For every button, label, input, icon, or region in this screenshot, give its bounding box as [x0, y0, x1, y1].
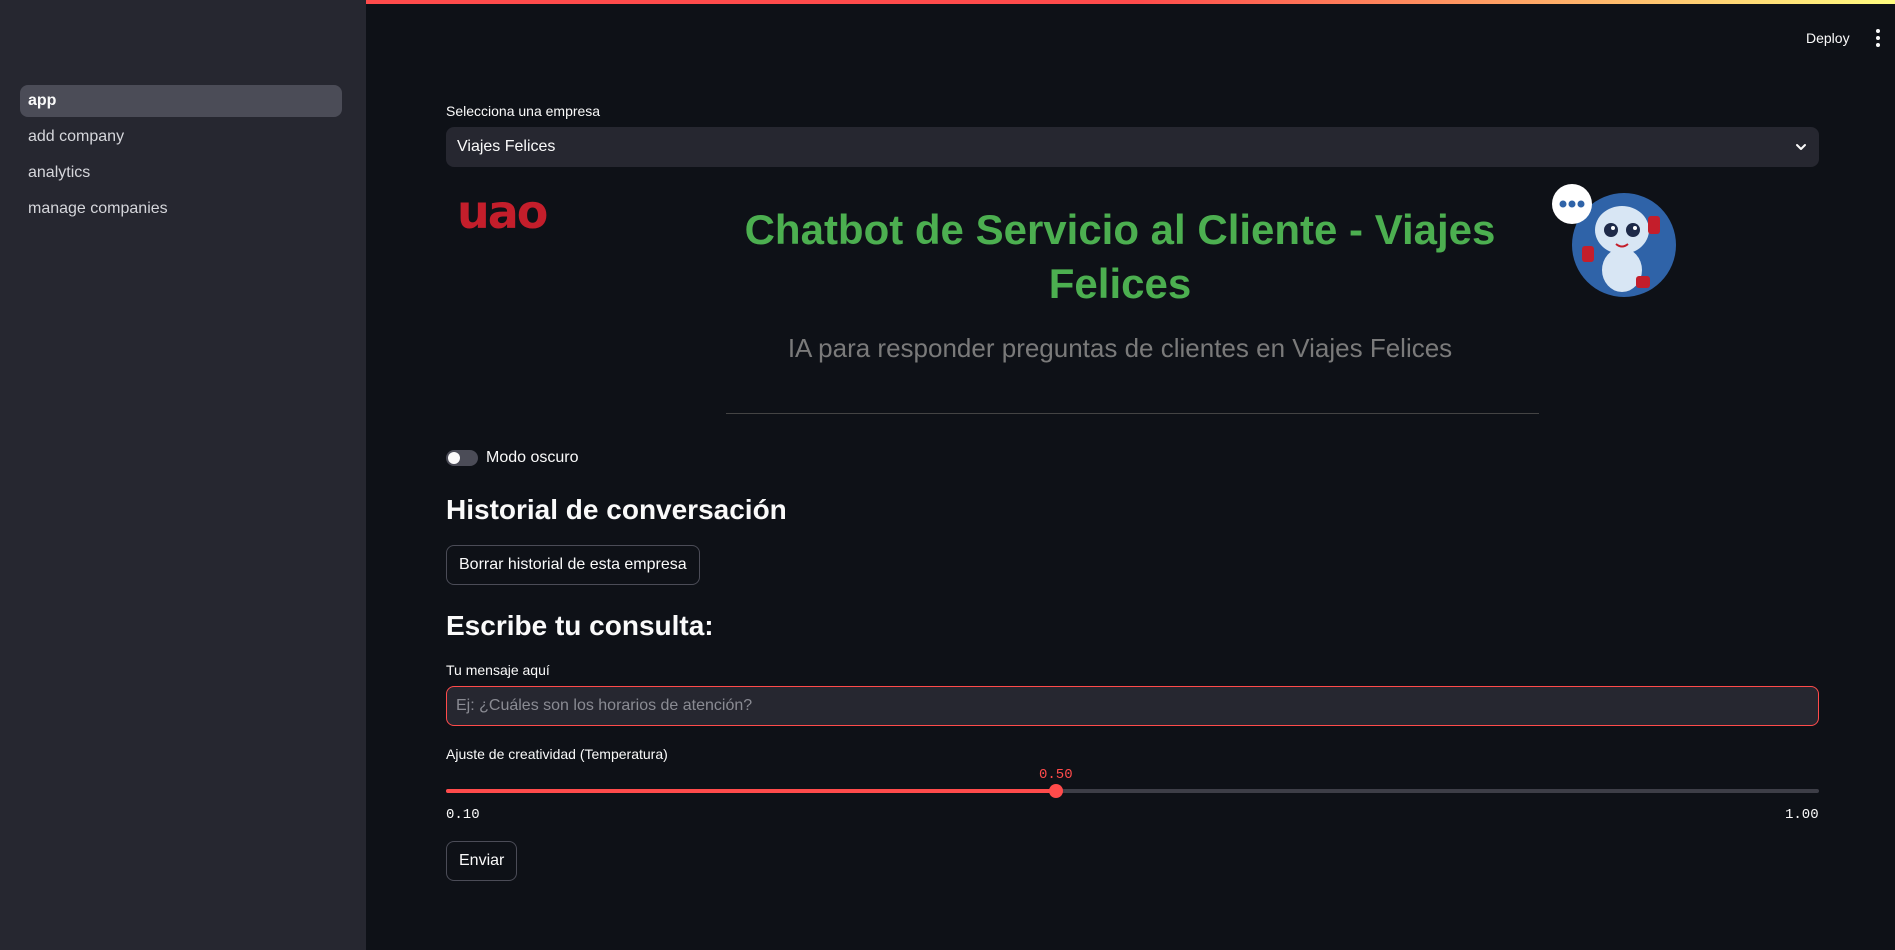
- vertical-dots-icon[interactable]: [1872, 29, 1884, 49]
- sidebar-item-analytics[interactable]: analytics: [20, 157, 342, 189]
- temperature-slider-fill: [446, 789, 1057, 793]
- uao-logo: uao: [457, 185, 548, 239]
- dark-mode-toggle[interactable]: Modo oscuro: [446, 449, 579, 467]
- sidebar-item-manage-companies[interactable]: manage companies: [20, 193, 342, 225]
- chevron-down-icon: [1796, 144, 1806, 150]
- clear-history-button[interactable]: Borrar historial de esta empresa: [446, 545, 700, 585]
- deploy-button[interactable]: Deploy: [1800, 28, 1856, 48]
- temperature-max: 1.00: [1785, 807, 1819, 823]
- sidebar-item-add-company[interactable]: add company: [20, 121, 342, 153]
- toggle-switch[interactable]: [446, 450, 478, 466]
- dark-mode-label: Modo oscuro: [486, 449, 579, 466]
- temperature-label: Ajuste de creatividad (Temperatura): [446, 746, 668, 762]
- temperature-slider-thumb[interactable]: [1049, 784, 1064, 798]
- temperature-min: 0.10: [446, 807, 480, 823]
- sidebar-nav: app add company analytics manage compani…: [20, 85, 342, 229]
- sidebar-item-app[interactable]: app: [20, 85, 342, 117]
- company-select-label: Selecciona una empresa: [446, 103, 601, 119]
- message-input[interactable]: [446, 686, 1819, 726]
- temperature-value: 0.50: [1039, 767, 1073, 783]
- company-select-value: Viajes Felices: [457, 138, 556, 155]
- send-button[interactable]: Enviar: [446, 841, 518, 881]
- page-subtitle: IA para responder preguntas de clientes …: [787, 333, 1453, 363]
- message-input-label: Tu mensaje aquí: [446, 662, 550, 678]
- page-title: Chatbot de Servicio al Cliente - Viajes …: [744, 206, 1496, 307]
- company-select[interactable]: Viajes Felices: [446, 127, 1819, 167]
- query-heading: Escribe tu consulta:: [446, 610, 714, 641]
- sidebar: app add company analytics manage compani…: [0, 0, 366, 950]
- temperature-slider[interactable]: [446, 784, 1819, 798]
- chatbot-mascot-image: [1552, 184, 1676, 297]
- history-heading: Historial de conversación: [446, 494, 787, 525]
- header-divider: [726, 413, 1539, 414]
